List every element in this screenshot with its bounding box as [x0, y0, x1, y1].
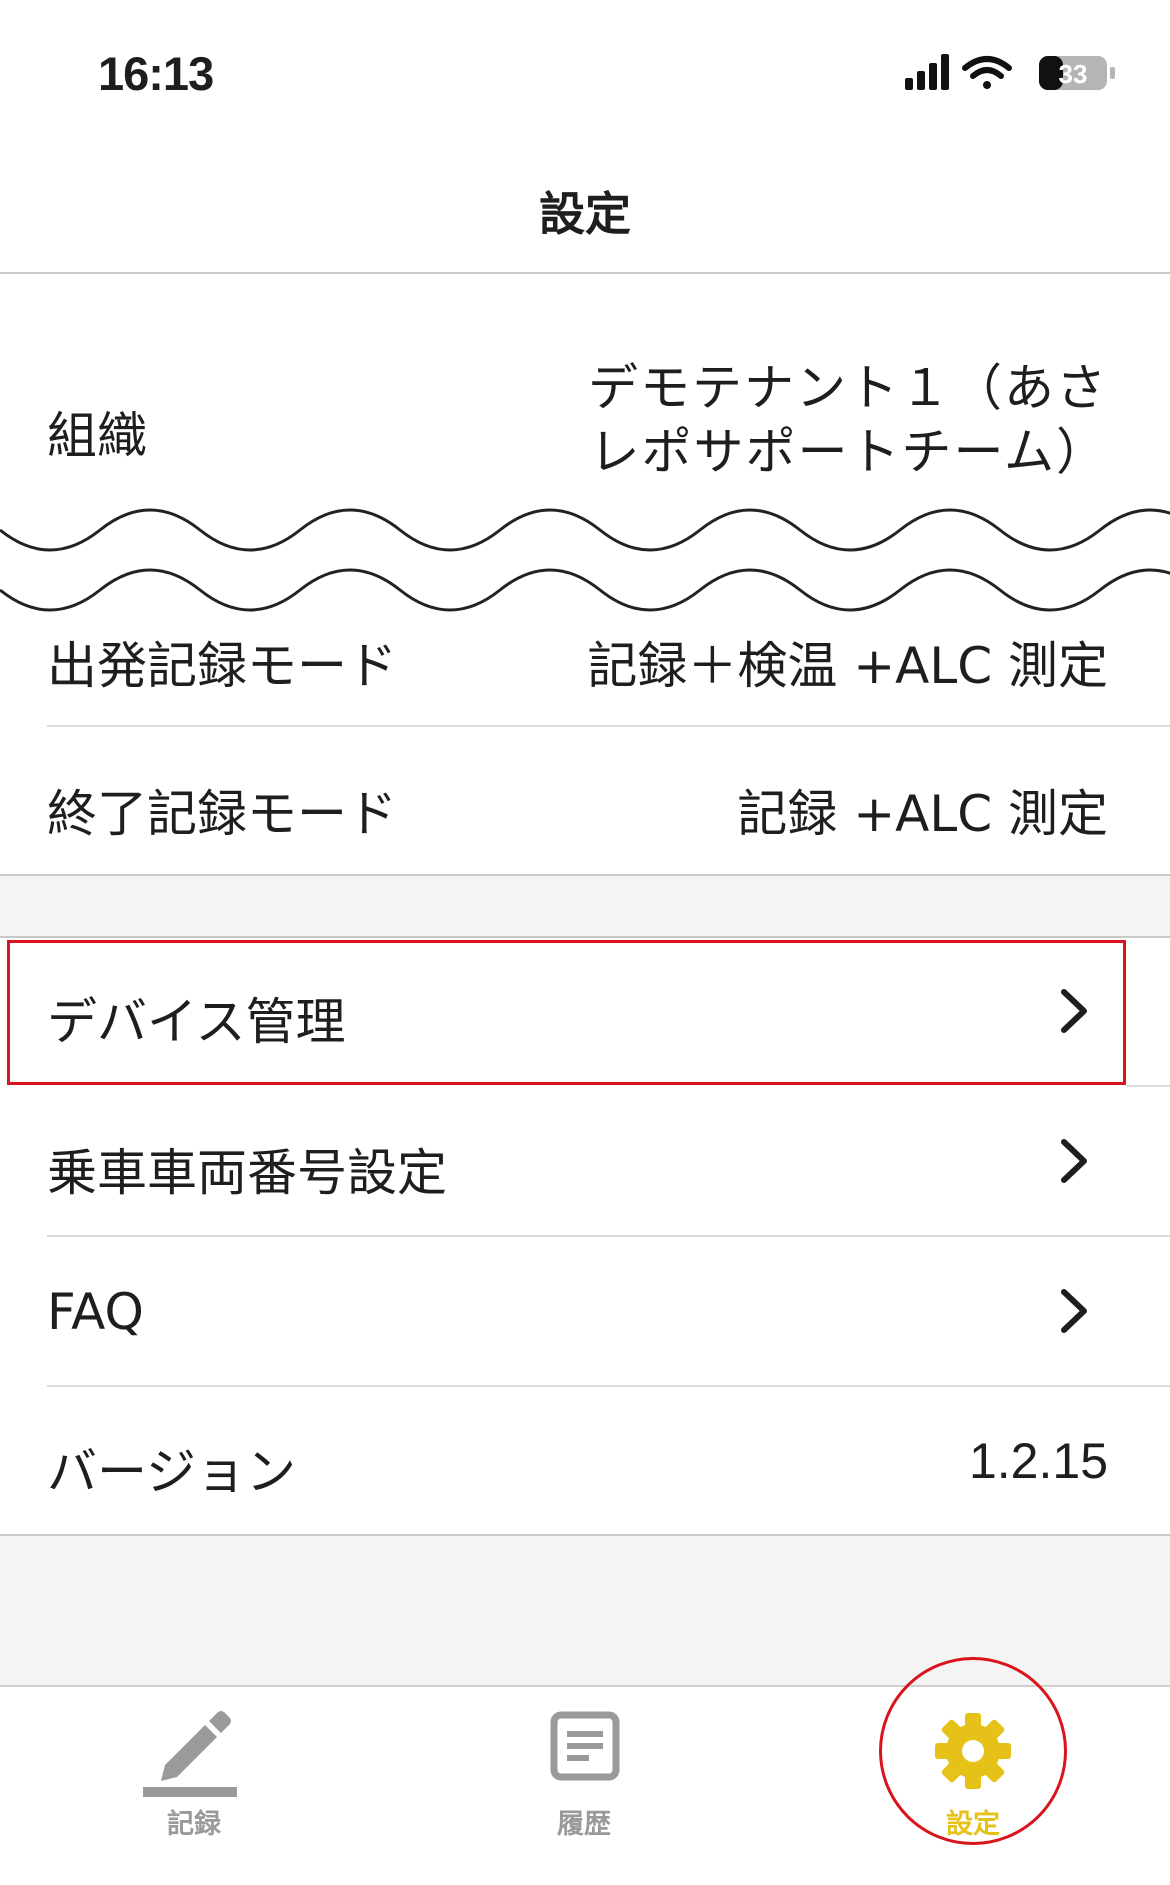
highlight-box	[7, 940, 1126, 1085]
battery-icon: 33	[1039, 56, 1115, 90]
vehicle-number-setting-label: 乗車車両番号設定	[47, 1144, 447, 1202]
document-icon	[550, 1711, 620, 1781]
version-label: バージョン	[47, 1443, 296, 1501]
chevron-right-icon	[1061, 1289, 1087, 1333]
status-icons: 33	[905, 54, 1115, 90]
chevron-right-icon	[1061, 1139, 1087, 1183]
status-time: 16:13	[98, 47, 214, 100]
departure-mode-label: 出発記録モード	[47, 637, 397, 695]
end-mode-value: 記録 +ALC 測定	[737, 785, 1108, 843]
highlight-circle	[879, 1657, 1067, 1845]
svg-text:33: 33	[1059, 59, 1088, 89]
version-value: 1.2.15	[968, 1433, 1108, 1489]
wifi-icon	[962, 56, 1012, 89]
pencil-icon	[143, 1711, 237, 1797]
row-divider	[47, 1385, 1170, 1387]
tab-history-label: 履歴	[557, 1809, 611, 1840]
page-title: 設定	[539, 187, 631, 241]
header-divider	[0, 272, 1170, 274]
cellular-signal-icon	[905, 54, 949, 90]
wavy-cut-decoration	[0, 508, 1170, 612]
row-divider	[47, 725, 1170, 727]
tab-history[interactable]: 履歴	[484, 1687, 684, 1885]
section-spacer	[0, 876, 1170, 936]
faq-label: FAQ	[47, 1283, 144, 1341]
tab-record-label: 記録	[167, 1809, 221, 1840]
organization-value: デモテナント１（あさ レポサポートチーム）	[588, 359, 1108, 481]
organization-label: 組織	[47, 407, 147, 465]
departure-mode-value: 記録＋検温 +ALC 測定	[587, 637, 1108, 695]
faq-row[interactable]: FAQ	[0, 1237, 1170, 1385]
vehicle-number-setting-row[interactable]: 乗車車両番号設定	[0, 1087, 1170, 1235]
tab-record[interactable]: 記録	[94, 1687, 294, 1885]
end-mode-label: 終了記録モード	[47, 785, 397, 843]
